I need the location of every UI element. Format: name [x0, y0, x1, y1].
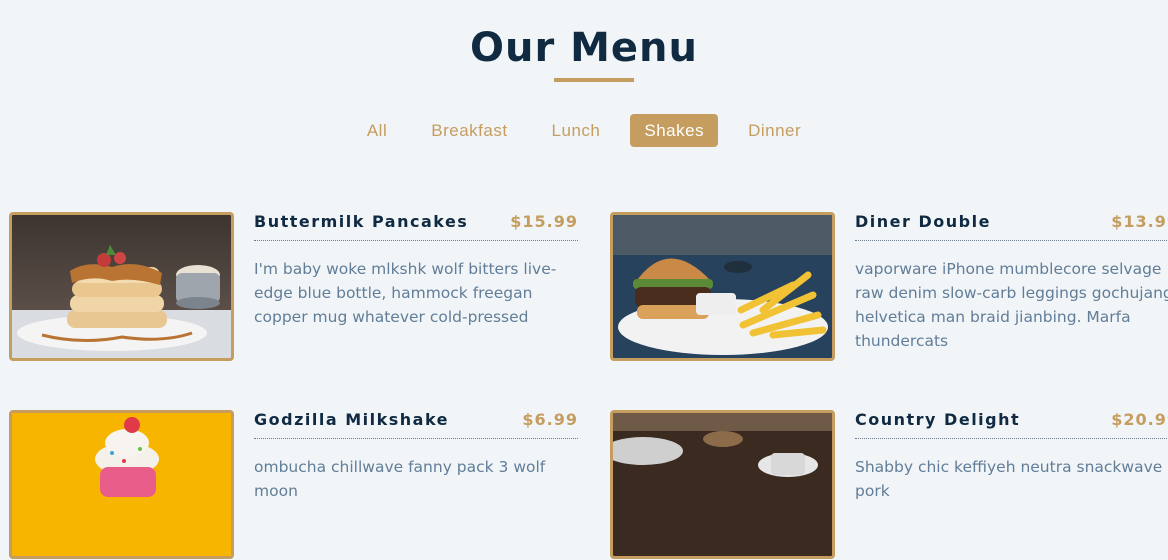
- pancakes-photo: [9, 212, 234, 361]
- filter-shakes-button[interactable]: Shakes: [630, 114, 719, 147]
- item-info: Diner Double $13.99 vaporware iPhone mum…: [855, 212, 1168, 353]
- item-header: Godzilla Milkshake $6.99: [254, 410, 578, 439]
- filter-bar: All Breakfast Lunch Shakes Dinner: [0, 114, 1168, 147]
- item-info: Country Delight $20.99 Shabby chic keffi…: [855, 410, 1168, 503]
- filter-lunch-button[interactable]: Lunch: [538, 114, 615, 147]
- menu-item: Country Delight $20.99 Shabby chic keffi…: [610, 410, 1168, 560]
- title-underline: [554, 78, 634, 82]
- item-price: $6.99: [522, 410, 578, 429]
- item-description: Shabby chic keffiyeh neutra snackwave po…: [855, 458, 1163, 500]
- item-header: Diner Double $13.99: [855, 212, 1168, 241]
- item-price: $15.99: [510, 212, 578, 231]
- menu-item: Buttermilk Pancakes $15.99 I'm baby woke…: [9, 212, 579, 362]
- item-name: Buttermilk Pancakes: [254, 212, 469, 231]
- filter-dinner-button[interactable]: Dinner: [734, 114, 815, 147]
- menu-item: Godzilla Milkshake $6.99 ombucha chillwa…: [9, 410, 579, 560]
- item-price: $13.99: [1111, 212, 1168, 231]
- burger-photo: [610, 212, 835, 361]
- item-header: Country Delight $20.99: [855, 410, 1168, 439]
- item-name: Godzilla Milkshake: [254, 410, 450, 429]
- menu-item: Diner Double $13.99 vaporware iPhone mum…: [610, 212, 1168, 362]
- item-description: vaporware iPhone mumblecore selvage raw …: [855, 260, 1168, 350]
- item-name: Country Delight: [855, 410, 1021, 429]
- item-info: Godzilla Milkshake $6.99 ombucha chillwa…: [254, 410, 578, 503]
- item-name: Diner Double: [855, 212, 991, 231]
- filter-breakfast-button[interactable]: Breakfast: [417, 114, 521, 147]
- filter-all-button[interactable]: All: [353, 114, 401, 147]
- page-title: Our Menu: [469, 25, 699, 71]
- item-description: I'm baby woke mlkshk wolf bitters live-e…: [254, 260, 557, 326]
- item-info: Buttermilk Pancakes $15.99 I'm baby woke…: [254, 212, 578, 329]
- item-header: Buttermilk Pancakes $15.99: [254, 212, 578, 241]
- milkshake-photo: [9, 410, 234, 559]
- item-price: $20.99: [1111, 410, 1168, 429]
- breakfast-table-photo: [610, 410, 835, 559]
- item-description: ombucha chillwave fanny pack 3 wolf moon: [254, 458, 546, 500]
